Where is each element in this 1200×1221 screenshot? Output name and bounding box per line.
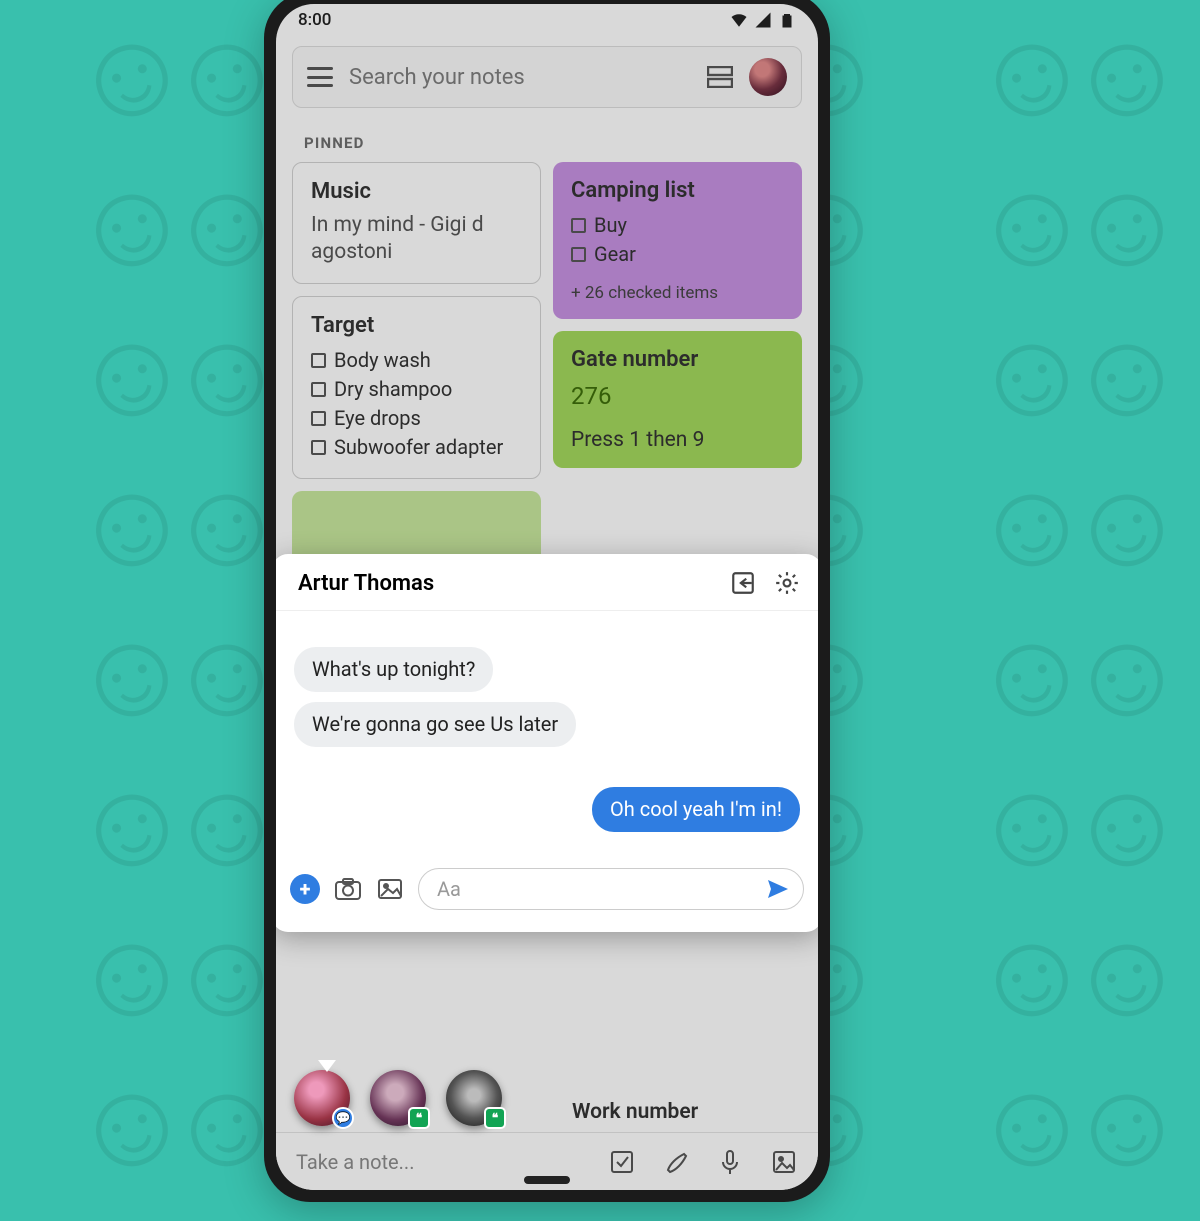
hangouts-badge-icon: ❝ bbox=[408, 1107, 430, 1129]
battery-icon bbox=[778, 11, 796, 29]
checkbox-icon[interactable] bbox=[571, 218, 586, 233]
checklist-item[interactable]: Buy bbox=[571, 211, 784, 240]
note-body: In my mind - Gigi d agostoni bbox=[311, 212, 522, 267]
note-target[interactable]: Target Body wash Dry shampoo Eye drops S… bbox=[292, 296, 541, 479]
checkbox-icon[interactable] bbox=[311, 411, 326, 426]
chat-head-active[interactable]: 💬 bbox=[294, 1070, 350, 1126]
checkbox-icon[interactable] bbox=[311, 382, 326, 397]
status-time: 8:00 bbox=[298, 10, 331, 30]
phone-frame: 8:00 Search your notes PINNED Music In m… bbox=[264, 0, 830, 1202]
take-note-input[interactable]: Take a note... bbox=[296, 1150, 582, 1174]
section-pinned-label: PINNED bbox=[304, 134, 790, 152]
note-value: 276 bbox=[571, 382, 784, 410]
chat-header: Artur Thomas bbox=[276, 554, 818, 611]
note-title: Music bbox=[311, 179, 522, 204]
image-icon[interactable] bbox=[770, 1148, 798, 1176]
note-title: Camping list bbox=[571, 178, 784, 203]
chat-head[interactable]: ❝ bbox=[446, 1070, 502, 1126]
search-bar[interactable]: Search your notes bbox=[292, 46, 802, 108]
collapse-icon[interactable] bbox=[730, 570, 756, 596]
checklist-item[interactable]: Body wash bbox=[311, 346, 522, 375]
chat-contact-name: Artur Thomas bbox=[298, 571, 712, 596]
checkbox-icon[interactable] bbox=[311, 440, 326, 455]
checkbox-icon[interactable] bbox=[571, 247, 586, 262]
home-indicator[interactable] bbox=[524, 1176, 570, 1184]
chat-bubble-card: Artur Thomas What's up tonight? We're go… bbox=[276, 554, 818, 932]
chat-body[interactable]: What's up tonight? We're gonna go see Us… bbox=[276, 611, 818, 862]
chat-heads-row: 💬 ❝ ❝ bbox=[294, 1070, 502, 1126]
note-title: Gate number bbox=[571, 347, 784, 372]
note-body: Press 1 then 9 bbox=[571, 428, 784, 452]
checklist-item[interactable]: Subwoofer adapter bbox=[311, 433, 522, 462]
chat-input-row: + Aa bbox=[276, 862, 818, 932]
messages-app-badge-icon: 💬 bbox=[332, 1107, 354, 1129]
chat-message-outgoing: Oh cool yeah I'm in! bbox=[592, 787, 800, 832]
wifi-icon bbox=[730, 11, 748, 29]
chat-head[interactable]: ❝ bbox=[370, 1070, 426, 1126]
checklist-item[interactable]: Gear bbox=[571, 240, 784, 269]
checklist-item[interactable]: Dry shampoo bbox=[311, 375, 522, 404]
chat-message-incoming: What's up tonight? bbox=[294, 647, 493, 692]
status-bar: 8:00 bbox=[276, 4, 818, 36]
search-placeholder: Search your notes bbox=[349, 65, 691, 90]
chat-text-input[interactable]: Aa bbox=[418, 868, 804, 910]
microphone-icon[interactable] bbox=[716, 1148, 744, 1176]
note-music[interactable]: Music In my mind - Gigi d agostoni bbox=[292, 162, 541, 284]
note-gate[interactable]: Gate number 276 Press 1 then 9 bbox=[553, 331, 802, 468]
status-right bbox=[730, 11, 796, 29]
menu-icon[interactable] bbox=[307, 67, 333, 87]
checkbox-list-icon[interactable] bbox=[608, 1148, 636, 1176]
hangouts-badge-icon: ❝ bbox=[484, 1107, 506, 1129]
checklist-item[interactable]: Eye drops bbox=[311, 404, 522, 433]
gear-icon[interactable] bbox=[774, 570, 800, 596]
checkbox-icon[interactable] bbox=[311, 353, 326, 368]
bubble-pointer bbox=[318, 1060, 336, 1072]
cell-signal-icon bbox=[754, 11, 772, 29]
profile-avatar[interactable] bbox=[749, 58, 787, 96]
checked-summary: + 26 checked items bbox=[571, 283, 784, 303]
note-camping[interactable]: Camping list Buy Gear + 26 checked items bbox=[553, 162, 802, 319]
send-icon[interactable] bbox=[765, 877, 789, 901]
list-view-icon[interactable] bbox=[707, 66, 733, 88]
phone-screen: 8:00 Search your notes PINNED Music In m… bbox=[276, 4, 818, 1190]
chat-message-incoming: We're gonna go see Us later bbox=[294, 702, 576, 747]
chat-input-placeholder: Aa bbox=[437, 877, 461, 901]
brush-icon[interactable] bbox=[662, 1148, 690, 1176]
image-icon[interactable] bbox=[376, 877, 404, 901]
note-work-title[interactable]: Work number bbox=[572, 1100, 698, 1124]
note-title: Target bbox=[311, 313, 522, 338]
camera-icon[interactable] bbox=[334, 877, 362, 901]
add-attachment-button[interactable]: + bbox=[290, 874, 320, 904]
